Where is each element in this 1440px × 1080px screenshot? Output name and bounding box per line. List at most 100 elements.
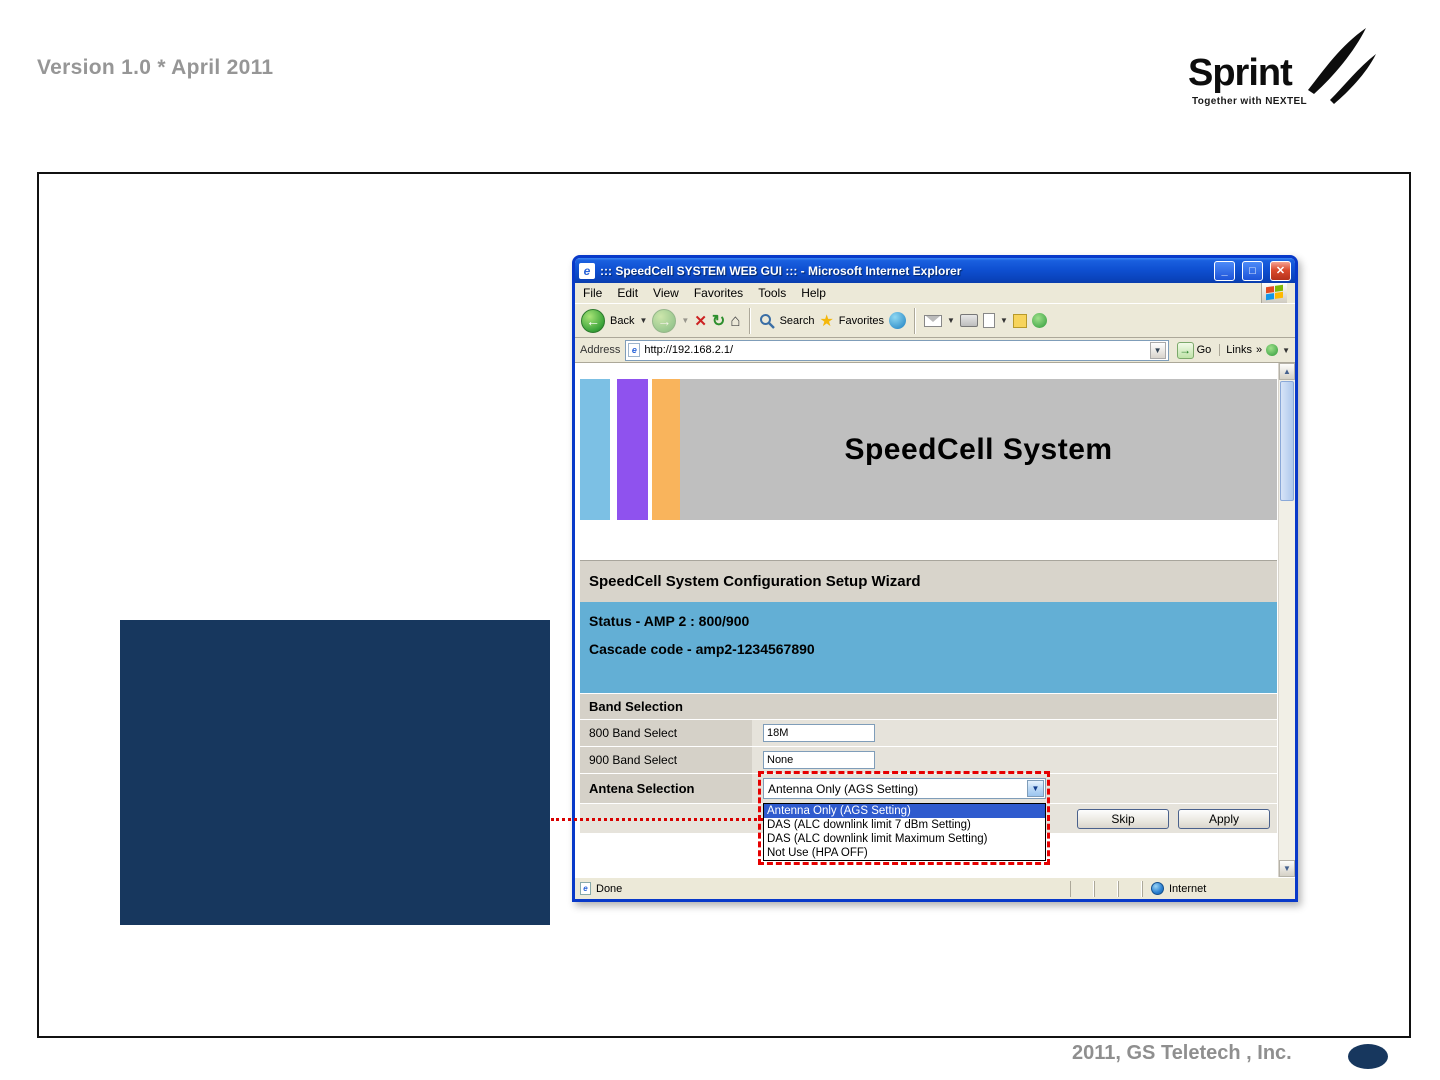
ie-titlebar[interactable]: e ::: SpeedCell SYSTEM WEB GUI ::: - Mic… [575, 258, 1295, 283]
address-bar: Address e http://192.168.2.1/ ▼ → Go Lin… [575, 338, 1295, 363]
banner-title: SpeedCell System [844, 432, 1113, 466]
go-button[interactable]: → Go [1174, 341, 1215, 359]
links-icon[interactable] [1266, 344, 1279, 356]
close-button[interactable]: ✕ [1270, 260, 1291, 281]
menu-item-file[interactable]: File [583, 286, 602, 300]
menu-item-favorites[interactable]: Favorites [694, 286, 743, 300]
statusbar-pane [1094, 880, 1118, 897]
links-chevron-icon[interactable]: » [1256, 344, 1262, 356]
navy-callout-box [120, 620, 550, 925]
done-page-icon: e [580, 882, 591, 895]
go-arrow-icon: → [1176, 341, 1194, 359]
forward-button[interactable]: → [652, 308, 677, 333]
toolbar-separator [748, 307, 751, 334]
window-title: ::: SpeedCell SYSTEM WEB GUI ::: - Micro… [600, 263, 962, 278]
version-label: Version 1.0 * April 2011 [37, 56, 274, 79]
windows-flag-icon [1266, 284, 1283, 301]
media-button[interactable] [889, 312, 907, 329]
search-icon[interactable] [759, 313, 775, 329]
address-input[interactable]: e http://192.168.2.1/ ▼ [625, 339, 1169, 361]
address-label: Address [580, 344, 621, 356]
edit-chevron-down-icon[interactable]: ▼ [1000, 316, 1008, 325]
antenna-row: Antena Selection Antenna Only (AGS Setti… [580, 774, 1277, 803]
address-dropdown-button[interactable]: ▼ [1149, 341, 1166, 359]
combobox-value: Antenna Only (AGS Setting) [768, 781, 919, 796]
band-row-label: 900 Band Select [580, 747, 752, 773]
band-row-900: 900 Band Select [580, 747, 1277, 773]
banner-accent-bar-orange [652, 379, 680, 520]
menu-item-view[interactable]: View [653, 286, 679, 300]
web-page: SpeedCell System SpeedCell System Config… [575, 363, 1278, 877]
sprint-brand-text: Sprint [1188, 52, 1293, 94]
band-row-label: 800 Band Select [580, 720, 752, 746]
print-button[interactable] [959, 314, 978, 327]
links-bar[interactable]: Links » ▼ [1219, 344, 1290, 356]
menubar: File Edit View Favorites Tools Help [575, 283, 1295, 304]
antenna-label: Antena Selection [580, 774, 752, 803]
band-800-input[interactable] [763, 724, 875, 742]
address-url: http://192.168.2.1/ [644, 344, 734, 356]
apply-button[interactable]: Apply [1178, 808, 1270, 829]
antenna-combobox[interactable]: Antenna Only (AGS Setting) ▼ [763, 778, 1046, 799]
dropdown-option[interactable]: DAS (ALC downlink limit 7 dBm Setting) [764, 818, 1045, 832]
edit-button[interactable] [982, 313, 995, 328]
banner-accent-bar-purple [617, 379, 648, 520]
stop-button[interactable]: ✕ [694, 312, 707, 330]
vertical-scrollbar[interactable]: ▲ ▼ [1278, 363, 1295, 877]
mail-button[interactable] [924, 314, 943, 327]
sprint-logo: Sprint Together with NEXTEL [1188, 28, 1388, 112]
links-chevron-down-icon[interactable]: ▼ [1282, 346, 1290, 355]
security-zone-pane: Internet [1142, 880, 1292, 897]
sprint-wing-icon [1308, 28, 1376, 104]
slide: Version 1.0 * April 2011 Sprint Together… [0, 0, 1440, 1080]
back-chevron-down-icon[interactable]: ▼ [639, 316, 647, 325]
menu-item-edit[interactable]: Edit [617, 286, 638, 300]
band-row-800: 800 Band Select [580, 720, 1277, 746]
antenna-dropdown-list: Antenna Only (AGS Setting) DAS (ALC down… [763, 803, 1046, 861]
status-line: Status - AMP 2 : 800/900 [589, 613, 750, 629]
scroll-up-button[interactable]: ▲ [1279, 363, 1295, 380]
mail-chevron-down-icon[interactable]: ▼ [947, 316, 955, 325]
internet-globe-icon [1151, 882, 1164, 895]
red-dotted-connector-line [551, 818, 763, 821]
combobox-arrow-button[interactable]: ▼ [1027, 780, 1044, 797]
page-favicon-icon: e [628, 343, 641, 357]
menu-item-tools[interactable]: Tools [758, 286, 786, 300]
maximize-button[interactable]: □ [1242, 260, 1263, 281]
cascade-code-line: Cascade code - amp2-1234567890 [589, 641, 815, 657]
back-button[interactable]: ← [581, 308, 605, 333]
band-900-input[interactable] [763, 751, 875, 769]
favorites-button-label[interactable]: Favorites [839, 315, 884, 327]
statusbar-pane [1070, 880, 1094, 897]
browser-statusbar: e Done Internet [575, 877, 1295, 899]
page-banner: SpeedCell System [580, 379, 1277, 520]
status-zone-text: Internet [1169, 882, 1207, 895]
minimize-button[interactable]: _ [1214, 260, 1235, 281]
banner-background: SpeedCell System [680, 379, 1277, 520]
browser-viewport: SpeedCell System SpeedCell System Config… [575, 363, 1295, 877]
browser-toolbar: ← Back ▼ → ▼ ✕ ↻ ⌂ Search ★ Favorites ▼ … [575, 304, 1295, 338]
sprint-tagline: Together with NEXTEL [1192, 96, 1308, 107]
menu-item-help[interactable]: Help [801, 286, 826, 300]
toolbar-separator [914, 307, 917, 334]
refresh-button[interactable]: ↻ [712, 311, 725, 331]
discuss-button[interactable] [1012, 313, 1027, 328]
forward-chevron-down-icon[interactable]: ▼ [681, 316, 689, 325]
skip-button[interactable]: Skip [1077, 808, 1169, 829]
band-section-title: Band Selection [589, 699, 683, 714]
scroll-thumb[interactable] [1280, 381, 1294, 501]
home-button[interactable]: ⌂ [730, 311, 740, 331]
dropdown-option[interactable]: DAS (ALC downlink limit Maximum Setting) [764, 832, 1045, 846]
status-panel: Status - AMP 2 : 800/900 Cascade code - … [580, 602, 1277, 693]
go-button-label: Go [1196, 344, 1212, 356]
favorites-star-icon[interactable]: ★ [819, 311, 833, 331]
back-button-label: Back [610, 314, 635, 327]
statusbar-pane [1118, 880, 1142, 897]
messenger-button[interactable] [1031, 313, 1047, 328]
dropdown-option[interactable]: Antenna Only (AGS Setting) [764, 804, 1045, 818]
footer-credit: 2011, GS Teletech , Inc. [1072, 1042, 1292, 1064]
wizard-title: SpeedCell System Configuration Setup Wiz… [589, 573, 921, 590]
dropdown-option[interactable]: Not Use (HPA OFF) [764, 846, 1045, 860]
search-button-label[interactable]: Search [780, 315, 815, 327]
scroll-down-button[interactable]: ▼ [1279, 860, 1295, 877]
